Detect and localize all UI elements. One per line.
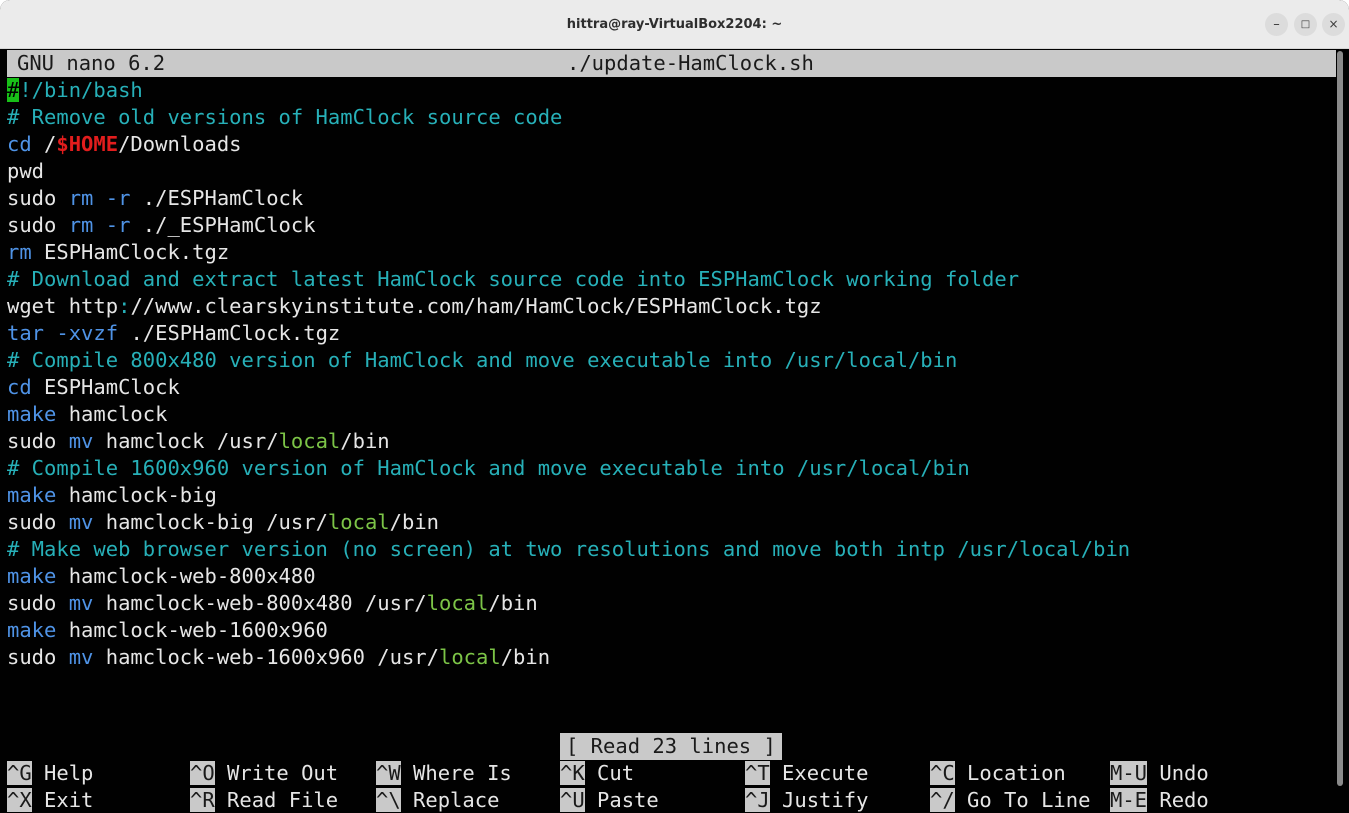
shortcut-label: Help bbox=[31, 761, 94, 785]
shortcut-key: ^J bbox=[745, 788, 770, 812]
minimize-button[interactable]: – bbox=[1265, 13, 1288, 36]
code-line[interactable]: #!/bin/bash bbox=[7, 77, 143, 104]
shortcut-key: ^X bbox=[7, 788, 32, 812]
shortcut-key: ^C bbox=[930, 761, 955, 785]
code-line[interactable]: # Download and extract latest HamClock s… bbox=[7, 266, 1019, 293]
shortcut-write-out[interactable]: ^O Write Out bbox=[190, 760, 338, 787]
code-line[interactable]: # Compile 1600x960 version of HamClock a… bbox=[7, 455, 970, 482]
code-line[interactable]: pwd bbox=[7, 158, 44, 185]
code-line[interactable]: cd ESPHamClock bbox=[7, 374, 180, 401]
shortcut-label: Cut bbox=[584, 761, 635, 785]
status-message: [ Read 23 lines ] bbox=[560, 733, 782, 760]
shortcut-label: Location bbox=[954, 761, 1066, 785]
shortcut-label: Replace bbox=[400, 788, 500, 812]
shortcut-cut[interactable]: ^K Cut bbox=[560, 760, 634, 787]
shortcut-execute[interactable]: ^T Execute bbox=[745, 760, 868, 787]
shortcut-key: ^/ bbox=[930, 788, 955, 812]
shortcut-where-is[interactable]: ^W Where Is bbox=[376, 760, 512, 787]
code-line[interactable]: wget http://www.clearskyinstitute.com/ha… bbox=[7, 293, 822, 320]
shortcut-label: Go To Line bbox=[954, 788, 1091, 812]
shortcut-key: ^T bbox=[745, 761, 770, 785]
shortcut-key: ^\ bbox=[376, 788, 401, 812]
shortcut-label: Paste bbox=[584, 788, 659, 812]
terminal-scrollbar[interactable] bbox=[1337, 51, 1343, 786]
code-line[interactable]: # Compile 800x480 version of HamClock an… bbox=[7, 347, 957, 374]
shortcut-key: ^R bbox=[190, 788, 215, 812]
code-line[interactable]: # Remove old versions of HamClock source… bbox=[7, 104, 562, 131]
code-line[interactable]: make hamclock bbox=[7, 401, 167, 428]
shortcut-redo[interactable]: M-E Redo bbox=[1110, 787, 1209, 813]
shortcut-label: Write Out bbox=[214, 761, 339, 785]
code-line[interactable]: sudo mv hamclock /usr/local/bin bbox=[7, 428, 390, 455]
code-line[interactable]: rm ESPHamClock.tgz bbox=[7, 239, 229, 266]
shortcut-help[interactable]: ^G Help bbox=[7, 760, 93, 787]
close-button[interactable]: × bbox=[1322, 13, 1345, 36]
shortcut-key: M-U bbox=[1110, 761, 1148, 785]
code-line[interactable]: sudo rm -r ./ESPHamClock bbox=[7, 185, 303, 212]
shortcut-label: Execute bbox=[769, 761, 869, 785]
shortcut-paste[interactable]: ^U Paste bbox=[560, 787, 659, 813]
code-line[interactable]: make hamclock-web-1600x960 bbox=[7, 617, 328, 644]
terminal-area[interactable]: GNU nano 6.2 ./update-HamClock.sh #!/bin… bbox=[0, 49, 1349, 813]
shortcut-label: Redo bbox=[1147, 788, 1209, 812]
shortcut-go-to-line[interactable]: ^/ Go To Line bbox=[930, 787, 1090, 813]
code-line[interactable]: make hamclock-web-800x480 bbox=[7, 563, 316, 590]
maximize-button[interactable]: □ bbox=[1294, 13, 1317, 36]
code-line[interactable]: cd /$HOME/Downloads bbox=[7, 131, 242, 158]
shortcut-key: ^K bbox=[560, 761, 585, 785]
shortcut-exit[interactable]: ^X Exit bbox=[7, 787, 93, 813]
window-title: hittra@ray-VirtualBox2204: ~ bbox=[566, 17, 783, 32]
code-line[interactable]: sudo rm -r ./_ESPHamClock bbox=[7, 212, 316, 239]
nano-header-bar: GNU nano 6.2 ./update-HamClock.sh bbox=[7, 50, 1336, 77]
code-line[interactable]: tar -xvzf ./ESPHamClock.tgz bbox=[7, 320, 340, 347]
shortcut-undo[interactable]: M-U Undo bbox=[1110, 760, 1209, 787]
shortcut-replace[interactable]: ^\ Replace bbox=[376, 787, 499, 813]
shortcut-label: Exit bbox=[31, 788, 94, 812]
code-line[interactable]: # Make web browser version (no screen) a… bbox=[7, 536, 1130, 563]
shortcut-read-file[interactable]: ^R Read File bbox=[190, 787, 338, 813]
nano-version: GNU nano 6.2 bbox=[17, 51, 166, 75]
terminal-window: hittra@ray-VirtualBox2204: ~ – □ × GNU n… bbox=[0, 0, 1349, 813]
shortcut-key: M-E bbox=[1110, 788, 1148, 812]
shortcut-key: ^U bbox=[560, 788, 585, 812]
shortcut-location[interactable]: ^C Location bbox=[930, 760, 1066, 787]
code-line[interactable]: make hamclock-big bbox=[7, 482, 217, 509]
window-titlebar[interactable]: hittra@ray-VirtualBox2204: ~ – □ × bbox=[0, 0, 1349, 49]
shortcut-label: Read File bbox=[214, 788, 339, 812]
file-name: ./update-HamClock.sh bbox=[567, 51, 814, 75]
shortcut-label: Where Is bbox=[400, 761, 512, 785]
shortcut-key: ^G bbox=[7, 761, 32, 785]
shortcut-label: Justify bbox=[769, 788, 869, 812]
code-line[interactable]: sudo mv hamclock-big /usr/local/bin bbox=[7, 509, 439, 536]
shortcut-justify[interactable]: ^J Justify bbox=[745, 787, 868, 813]
code-line[interactable]: sudo mv hamclock-web-800x480 /usr/local/… bbox=[7, 590, 538, 617]
code-line[interactable]: sudo mv hamclock-web-1600x960 /usr/local… bbox=[7, 644, 550, 671]
shortcut-key: ^O bbox=[190, 761, 215, 785]
shortcut-label: Undo bbox=[1147, 761, 1209, 785]
shortcut-key: ^W bbox=[376, 761, 401, 785]
